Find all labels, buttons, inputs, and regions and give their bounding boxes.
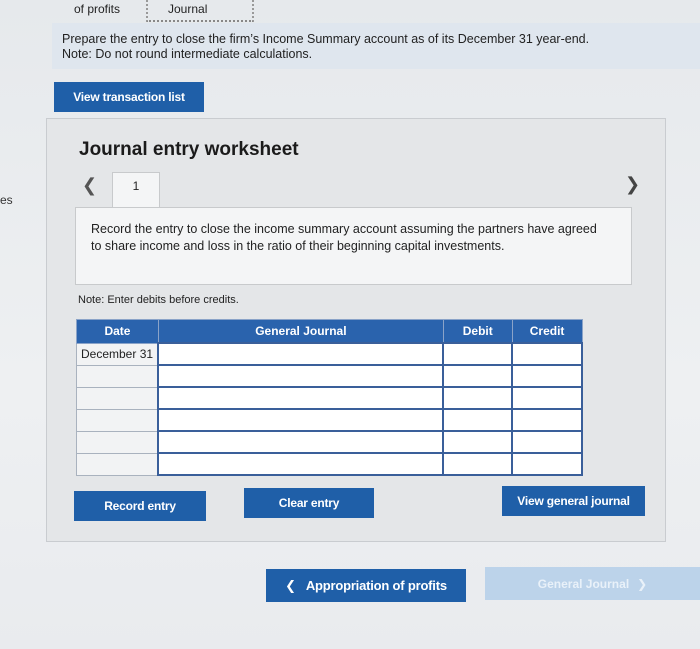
debit-input[interactable] <box>442 342 514 366</box>
table-row <box>76 408 583 432</box>
credit-input[interactable] <box>511 342 583 366</box>
general-journal-button[interactable]: General Journal ❯ <box>485 567 700 600</box>
credit-input[interactable] <box>511 386 583 410</box>
debit-credit-note: Note: Enter debits before credits. <box>78 294 239 306</box>
debit-input[interactable] <box>442 430 514 454</box>
date-cell <box>76 364 159 388</box>
table-header-row: Date General Journal Debit Credit <box>76 319 583 344</box>
tab-journal[interactable]: Journal <box>146 0 254 22</box>
clear-entry-button[interactable]: Clear entry <box>244 488 374 518</box>
table-row <box>76 430 583 454</box>
journal-entry-table: Date General Journal Debit Credit Decemb… <box>76 319 583 476</box>
table-row <box>76 452 583 476</box>
chevron-right-icon[interactable]: ❯ <box>625 174 640 195</box>
column-header-general-journal: General Journal <box>157 319 444 344</box>
date-cell <box>76 452 159 476</box>
record-instruction-text: Record the entry to close the income sum… <box>91 222 597 253</box>
chevron-left-icon: ❮ <box>285 577 296 593</box>
chevron-left-icon[interactable]: ❮ <box>82 175 97 196</box>
tab-appropriation-of-profits[interactable]: of profits <box>66 0 144 22</box>
account-input[interactable] <box>157 452 445 476</box>
account-input[interactable] <box>157 364 445 388</box>
worksheet-page-tab[interactable]: 1 <box>112 172 160 208</box>
instructions: Prepare the entry to close the firm’s In… <box>62 32 682 62</box>
instructions-line-2: Note: Do not round intermediate calculat… <box>62 47 313 61</box>
date-cell <box>76 386 159 410</box>
date-cell <box>76 430 159 454</box>
side-text: es <box>0 193 13 207</box>
date-cell: December 31 <box>76 342 159 366</box>
view-general-journal-button[interactable]: View general journal <box>502 486 645 516</box>
appropriation-of-profits-button[interactable]: ❮ Appropriation of profits <box>266 569 466 602</box>
worksheet-title: Journal entry worksheet <box>79 139 299 160</box>
table-row <box>76 386 583 410</box>
account-input[interactable] <box>157 408 445 432</box>
credit-input[interactable] <box>511 408 583 432</box>
debit-input[interactable] <box>442 364 514 388</box>
account-input[interactable] <box>157 342 445 366</box>
date-cell <box>76 408 159 432</box>
table-row <box>76 364 583 388</box>
appropriation-of-profits-label: Appropriation of profits <box>305 578 447 593</box>
instructions-line-1: Prepare the entry to close the firm’s In… <box>62 32 590 46</box>
debit-input[interactable] <box>442 386 514 410</box>
column-header-date: Date <box>76 319 159 344</box>
debit-input[interactable] <box>442 408 514 432</box>
credit-input[interactable] <box>511 364 583 388</box>
column-header-debit: Debit <box>442 319 513 344</box>
account-input[interactable] <box>157 430 445 454</box>
debit-input[interactable] <box>442 452 514 476</box>
column-header-credit: Credit <box>511 319 583 344</box>
credit-input[interactable] <box>511 452 583 476</box>
credit-input[interactable] <box>511 430 583 454</box>
record-entry-button[interactable]: Record entry <box>74 491 206 521</box>
chevron-right-icon: ❯ <box>637 576 648 591</box>
account-input[interactable] <box>157 386 445 410</box>
general-journal-label: General Journal <box>537 576 630 591</box>
view-transaction-list-button[interactable]: View transaction list <box>54 82 204 112</box>
table-row: December 31 <box>76 342 583 366</box>
